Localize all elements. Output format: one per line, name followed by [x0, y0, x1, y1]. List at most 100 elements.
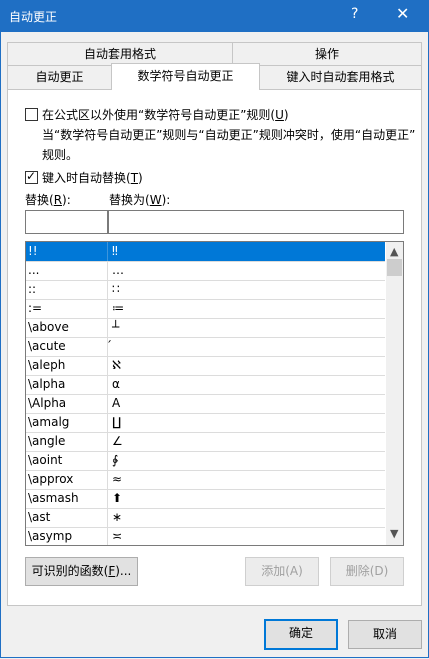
row-with-text: ≔: [112, 301, 124, 315]
row-with-text: ∳: [112, 453, 119, 467]
row-replace-text: \approx: [28, 472, 74, 486]
table-row[interactable]: :: ∷: [26, 280, 385, 300]
table-row[interactable]: \above ┴: [26, 318, 385, 338]
row-replace-text: ::: [28, 282, 37, 296]
row-with-text: ┴: [112, 320, 120, 334]
functions-btn-end: )...: [115, 564, 132, 578]
table-row[interactable]: \ast ∗: [26, 508, 385, 528]
replacement-list[interactable]: !! ‼... …::∷:= ≔\above ┴\acuté\aleph ℵ\alpha…: [25, 241, 404, 546]
tab-actions[interactable]: 操作: [232, 42, 422, 66]
table-row[interactable]: ... …: [26, 261, 385, 281]
column-divider: [107, 242, 108, 261]
table-row[interactable]: \asymp ≍: [26, 527, 385, 545]
table-row[interactable]: !! ‼: [26, 242, 385, 262]
row-replace-text: \above: [28, 320, 69, 334]
with-input[interactable]: [108, 210, 404, 234]
row-replace-text: \alpha: [28, 377, 66, 391]
recognized-functions-button[interactable]: 可识别的函数(F)...: [25, 557, 138, 586]
row-with-text: ‼: [112, 244, 118, 258]
ok-button[interactable]: 确定: [264, 619, 338, 650]
table-row[interactable]: \acuté: [26, 337, 385, 357]
column-divider: [107, 337, 108, 356]
row-with-text: α: [112, 377, 120, 391]
formula-label-text: 在公式区以外使用“数学符号自动更正”规则(: [42, 108, 276, 122]
replace-as-you-type-checkbox[interactable]: ✓: [25, 169, 38, 184]
with-field-label: 替换为(W):: [109, 191, 170, 208]
conflict-note-line1: 当“数学符号自动更正”规则与“自动更正”规则冲突时，使用“自动更正”: [42, 128, 416, 142]
table-row[interactable]: \angle ∠: [26, 432, 385, 452]
table-row[interactable]: \aleph ℵ: [26, 356, 385, 376]
cancel-button[interactable]: 取消: [348, 620, 422, 649]
column-divider: [107, 299, 108, 318]
row-with-text: ≍: [112, 529, 123, 543]
table-row[interactable]: \approx ≈: [26, 470, 385, 490]
list-scrollbar[interactable]: ▲ ▼: [386, 242, 403, 545]
row-with-text: ∗: [112, 510, 123, 524]
tab-autocorrect[interactable]: 自动更正: [7, 65, 112, 89]
row-replace-text: \aleph: [28, 358, 66, 372]
row-replace-text: !!: [28, 244, 38, 258]
scroll-down-icon[interactable]: ▼: [390, 527, 398, 540]
column-divider: [107, 451, 108, 470]
scroll-thumb[interactable]: [387, 259, 402, 276]
column-divider: [107, 413, 108, 432]
column-divider: [107, 527, 108, 545]
column-divider: [107, 470, 108, 489]
row-replace-text: \angle: [28, 434, 66, 448]
close-icon[interactable]: ✕: [396, 4, 409, 23]
add-button[interactable]: 添加(A): [245, 557, 319, 586]
row-with-text: ∠: [112, 434, 123, 448]
column-divider: [107, 394, 108, 413]
row-with-text: ⬆: [112, 491, 123, 505]
column-divider: [107, 261, 108, 280]
row-replace-text: \aoint: [28, 453, 63, 467]
column-divider: [107, 432, 108, 451]
replace-as-you-type-label[interactable]: 键入时自动替换(T): [42, 169, 143, 186]
functions-btn-text: 可识别的函数(: [31, 564, 109, 578]
formula-region-checkbox[interactable]: [25, 108, 38, 121]
replace-field-label: 替换(R):: [25, 191, 71, 208]
check-icon: ✓: [26, 169, 37, 183]
row-with-text: …: [112, 263, 124, 277]
formula-label-end: ): [283, 108, 289, 122]
replace-label-end: ): [138, 171, 143, 185]
column-divider: [107, 375, 108, 394]
row-with-text: ∷: [112, 282, 120, 296]
row-replace-text: \ast: [28, 510, 51, 524]
replace-field-label-accel: R: [53, 193, 63, 207]
conflict-note-line2: 规则。: [42, 148, 79, 162]
row-replace-text: \Alpha: [28, 396, 67, 410]
replace-label-accel: T: [130, 171, 139, 185]
with-field-label-end: ):: [161, 193, 171, 207]
tab-autoformat-as-you-type[interactable]: 键入时自动套用格式: [259, 65, 422, 89]
table-row[interactable]: \asmash ⬆: [26, 489, 385, 509]
formula-region-label[interactable]: 在公式区以外使用“数学符号自动更正”规则(U): [42, 106, 289, 123]
replace-label-text: 键入时自动替换(: [42, 171, 131, 185]
table-row[interactable]: \amalg ∐: [26, 413, 385, 433]
row-with-text: ∐: [112, 415, 122, 429]
column-divider: [107, 508, 108, 527]
row-replace-text: ...: [28, 263, 40, 277]
scroll-up-icon[interactable]: ▲: [390, 245, 398, 258]
row-replace-text: \asmash: [28, 491, 79, 505]
row-replace-text: :=: [28, 301, 43, 315]
table-row[interactable]: \Alpha A: [26, 394, 385, 414]
formula-label-accel: U: [275, 108, 284, 122]
table-row[interactable]: := ≔: [26, 299, 385, 319]
with-field-label-accel: W: [149, 193, 162, 207]
table-row[interactable]: \aoint ∳: [26, 451, 385, 471]
row-replace-text: \acute: [28, 339, 66, 353]
column-divider: [107, 318, 108, 337]
replace-input[interactable]: [25, 210, 108, 234]
replace-field-label-text: 替换(: [25, 193, 54, 207]
delete-button[interactable]: 删除(D): [330, 557, 404, 586]
help-icon[interactable]: ?: [351, 6, 358, 22]
row-replace-text: \amalg: [28, 415, 70, 429]
window-title: 自动更正: [9, 10, 58, 24]
row-replace-text: \asymp: [28, 529, 73, 543]
table-row[interactable]: \alpha α: [26, 375, 385, 395]
tab-math-autocorrect[interactable]: 数学符号自动更正: [111, 63, 260, 90]
column-divider: [107, 280, 108, 299]
column-divider: [107, 489, 108, 508]
row-with-text: A: [112, 396, 121, 410]
